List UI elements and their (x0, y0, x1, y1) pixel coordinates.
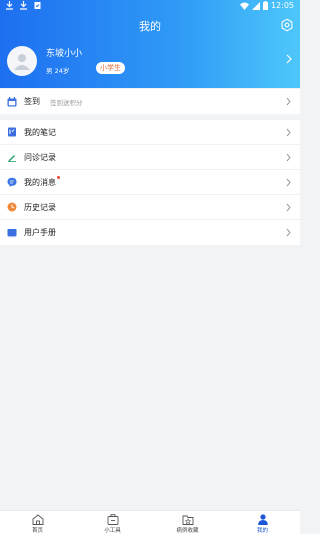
chevron-right-icon (286, 54, 292, 64)
chevron-right-icon (286, 203, 291, 212)
tab-label: 首页 (31, 528, 43, 534)
notification-icon (34, 2, 41, 9)
chevron-right-icon (286, 97, 291, 106)
folder-star-icon (182, 515, 193, 525)
signal-icon (251, 1, 260, 10)
avatar[interactable] (7, 46, 37, 76)
bottom-tab-bar: 首页 小工具 病例收藏 我的 (0, 510, 300, 534)
status-time: 12:05 (270, 1, 294, 10)
tab-label: 我的 (256, 528, 268, 534)
calendar-icon (7, 96, 17, 106)
toolbox-icon (107, 514, 118, 525)
checkin-card: 签到 签到送积分 (0, 89, 300, 114)
wifi-icon (239, 2, 249, 10)
chevron-right-icon (286, 178, 291, 187)
profile-name: 东坡小小 (46, 49, 83, 59)
menu-item-label: 我的笔记 (24, 127, 56, 137)
tab-label: 小工具 (104, 528, 121, 534)
pen-icon (8, 155, 16, 162)
checkin-label: 签到 (24, 97, 40, 106)
menu-item-label: 历史记录 (24, 202, 56, 212)
default-avatar-icon (14, 54, 30, 70)
home-icon (32, 514, 43, 525)
checkin-subtitle: 签到送积分 (50, 98, 83, 107)
menu-item-label: 我的消息 (24, 175, 60, 188)
menu-item-label: 问诊记录 (24, 152, 56, 162)
menu-item-manual[interactable]: 用户手册 (0, 220, 300, 245)
download-icon (6, 1, 13, 10)
tab-home[interactable]: 首页 (0, 511, 75, 534)
menu-item-notes[interactable]: 我的笔记 (0, 120, 300, 145)
profile-card[interactable]: 东坡小小 男 24岁 小学生 (0, 40, 300, 84)
header: 12:05 我的 东坡小小 男 24岁 小学生 (0, 0, 300, 88)
menu-item-history[interactable]: 历史记录 (0, 195, 300, 220)
menu-item-consultation[interactable]: 问诊记录 (0, 145, 300, 170)
chevron-right-icon (286, 228, 291, 237)
status-bar: 12:05 (0, 0, 300, 12)
profile-badge: 小学生 (96, 62, 125, 74)
chevron-right-icon (286, 153, 291, 162)
profile-gender-age: 男 24岁 (46, 67, 70, 75)
menu-item-label: 用户手册 (24, 228, 56, 237)
clock-icon (7, 202, 17, 212)
download-icon (20, 1, 27, 10)
tab-mine[interactable]: 我的 (225, 511, 300, 534)
tab-favorites[interactable]: 病例收藏 (150, 511, 225, 534)
book-icon (7, 228, 17, 237)
battery-icon (262, 1, 268, 10)
page-title: 我的 (139, 20, 161, 33)
message-icon (7, 177, 17, 187)
notebook-icon (8, 127, 16, 137)
person-icon (257, 514, 268, 525)
tab-tools[interactable]: 小工具 (75, 511, 150, 534)
tab-label: 病例收藏 (176, 528, 199, 534)
unread-dot (57, 175, 60, 179)
menu-card: 我的笔记 问诊记录 我的消息 历史记录 用户手册 (0, 120, 300, 245)
gear-icon[interactable] (280, 18, 294, 32)
checkin-row[interactable]: 签到 签到送积分 (0, 89, 300, 114)
menu-item-messages[interactable]: 我的消息 (0, 170, 300, 195)
chevron-right-icon (286, 128, 291, 137)
